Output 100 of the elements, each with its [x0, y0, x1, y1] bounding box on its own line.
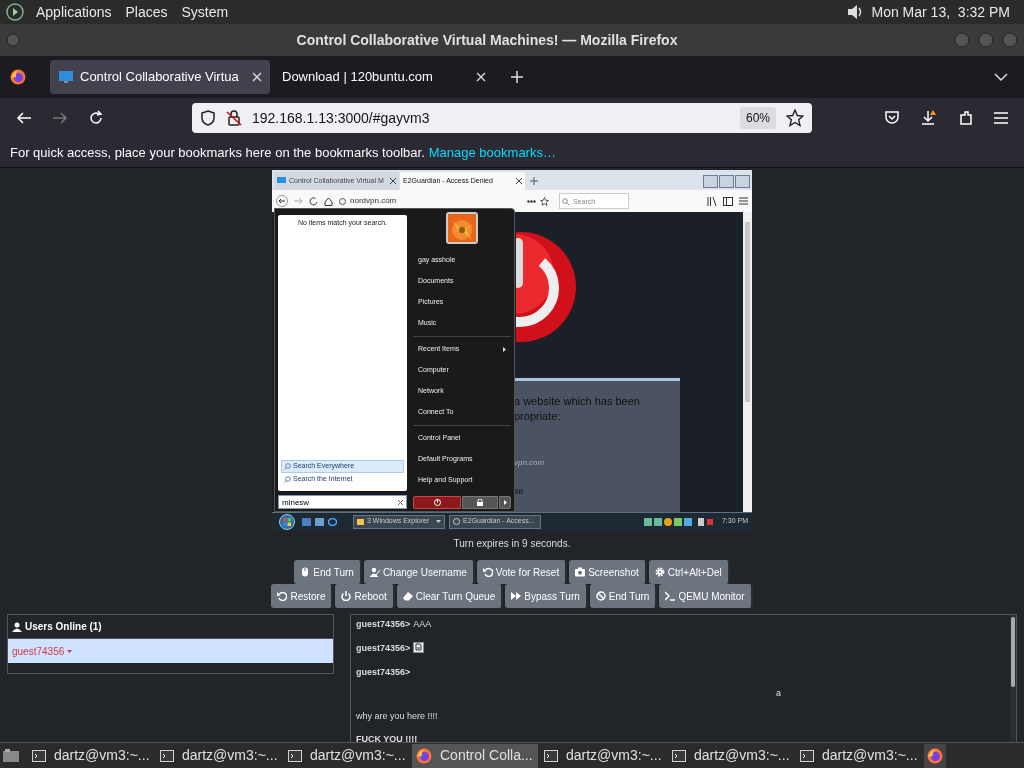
show-desktop-icon[interactable]: [302, 517, 311, 526]
lock-button[interactable]: [462, 496, 498, 509]
browser-tab[interactable]: Control Collaborative Virtua: [50, 60, 270, 94]
taskbar-button[interactable]: dartz@vm3:~...: [156, 743, 282, 768]
vm-control-button[interactable]: End Turn: [589, 584, 658, 608]
taskbar-button[interactable]: dartz@vm3:~...: [28, 743, 154, 768]
chat-message: FUCK YOU !!!!: [356, 732, 418, 742]
lock-icon: [477, 499, 483, 506]
start-search-field[interactable]: minesw: [278, 495, 407, 509]
vm-control-button[interactable]: Restore: [271, 584, 334, 608]
terminal-icon: [32, 749, 46, 762]
power-icon: [433, 499, 441, 506]
gear-icon: [654, 567, 665, 577]
close-button[interactable]: [735, 175, 750, 188]
mouse-icon: [300, 567, 311, 577]
terminal-icon: [665, 591, 676, 601]
chat-username: guest74356>: [356, 618, 411, 631]
vm-control-button[interactable]: Bypass Turn: [505, 584, 588, 608]
chat-message: why are you here !!!!: [356, 709, 438, 723]
app-menu-icon: [6, 3, 24, 21]
arrow-right-icon: [503, 500, 507, 505]
vm-control-button[interactable]: End Turn: [294, 560, 362, 584]
vm-url-bar[interactable]: nordvpn.com: [339, 193, 549, 209]
forward-icon[interactable]: [52, 111, 68, 125]
close-icon[interactable]: [516, 178, 522, 184]
power-options-button[interactable]: [499, 496, 511, 509]
monitor-icon: [58, 70, 74, 84]
sidebar-icon[interactable]: [723, 196, 733, 206]
vm-control-button[interactable]: Ctrl+Alt+Del: [648, 560, 730, 584]
chat-username: guest74356>: [356, 666, 412, 679]
switch-windows-icon[interactable]: [315, 517, 324, 526]
pocket-icon[interactable]: [884, 110, 900, 126]
user-list-item[interactable]: guest74356: [8, 639, 333, 663]
terminal-icon: [800, 749, 814, 762]
fast-forward-icon: [511, 591, 522, 601]
vm-control-button[interactable]: Vote for Reset: [476, 560, 568, 584]
more-icon[interactable]: [527, 199, 536, 203]
undo-icon: [482, 567, 493, 577]
firefox-icon[interactable]: [10, 69, 26, 85]
vm-control-button[interactable]: Clear Turn Queue: [396, 584, 504, 608]
turn-status: Turn expires in 9 seconds.: [453, 537, 571, 551]
scrollbar-thumb[interactable]: [745, 222, 750, 402]
vm-screen[interactable]: [272, 170, 752, 530]
library-icon[interactable]: [707, 196, 717, 206]
browser-tab[interactable]: Download | 120buntu.com: [274, 60, 494, 94]
page-text: propriate:: [514, 409, 561, 424]
tray-icons-drawing: [643, 517, 714, 526]
back-icon[interactable]: [276, 195, 288, 207]
clear-icon[interactable]: [398, 499, 403, 505]
power-button[interactable]: [413, 496, 461, 509]
insecure-lock-icon: [226, 110, 242, 126]
page-text: vpn.com: [514, 457, 545, 469]
minimize-button[interactable]: [703, 175, 718, 188]
window-title: Control Collaborative Virtual Machines! — Mozilla Firefox: [296, 30, 678, 50]
scrollbar-thumb[interactable]: [1011, 617, 1015, 687]
vm-control-button[interactable]: Reboot: [335, 584, 395, 608]
taskbar-button[interactable]: dartz@vm3:~...: [668, 743, 794, 768]
monitor-icon: [277, 177, 286, 185]
taskbar-button[interactable]: [924, 743, 946, 768]
taskbar-button[interactable]: dartz@vm3:~...: [796, 743, 922, 768]
address-bar[interactable]: 192.168.1.13:3000/#gayvm3 60%: [192, 103, 812, 133]
chat-message: a: [776, 686, 781, 700]
users-online-title: Users Online (1): [25, 620, 102, 634]
firefox-icon: [927, 747, 943, 764]
chevron-down-icon[interactable]: [994, 72, 1008, 82]
home-icon[interactable]: [324, 196, 333, 206]
camera-icon: [575, 567, 586, 577]
user-edit-icon: [369, 567, 380, 577]
page-text: se: [514, 485, 524, 498]
reload-icon[interactable]: [88, 110, 104, 126]
restore-button[interactable]: [719, 175, 734, 188]
close-icon[interactable]: [390, 178, 396, 184]
internet-explorer-icon[interactable]: [328, 517, 337, 526]
panel-menu[interactable]: Applications: [34, 1, 114, 23]
extensions-icon[interactable]: [958, 110, 974, 126]
terminal-icon: [288, 749, 302, 762]
download-icon[interactable]: [920, 109, 938, 127]
url-text: 192.168.1.13:3000/#gayvm3: [252, 108, 431, 128]
manage-bookmarks-link[interactable]: Manage bookmarks…: [428, 142, 556, 163]
show-desktop-icon[interactable]: [2, 747, 20, 764]
panel-clock: Mon Mar 13, 3:32 PM: [871, 2, 1011, 22]
terminal-icon: [672, 749, 686, 762]
zoom-badge[interactable]: 60%: [739, 107, 776, 129]
chat-username: guest74356>: [356, 642, 411, 655]
terminal-icon: [160, 749, 174, 762]
taskbar-button[interactable]: Control Colla...: [412, 743, 538, 768]
vm-control-button[interactable]: QEMU Monitor: [659, 584, 753, 608]
firefox-icon: [416, 747, 432, 764]
vm-control-button[interactable]: Change Username: [363, 560, 475, 584]
undo-icon: [277, 591, 288, 601]
taskbar-button[interactable]: dartz@vm3:~...: [284, 743, 410, 768]
taskbar-button[interactable]: dartz@vm3:~...: [540, 743, 666, 768]
start-orb-icon[interactable]: [276, 513, 298, 530]
user-icon: [12, 621, 22, 632]
panel-menu[interactable]: Places: [123, 1, 170, 23]
image-attachment-icon: [413, 642, 425, 653]
panel-menu[interactable]: System: [179, 1, 231, 23]
bookmark-star-icon[interactable]: [786, 109, 804, 127]
vm-control-button[interactable]: Screenshot: [569, 560, 647, 584]
bookmark-star-icon[interactable]: [540, 196, 549, 206]
